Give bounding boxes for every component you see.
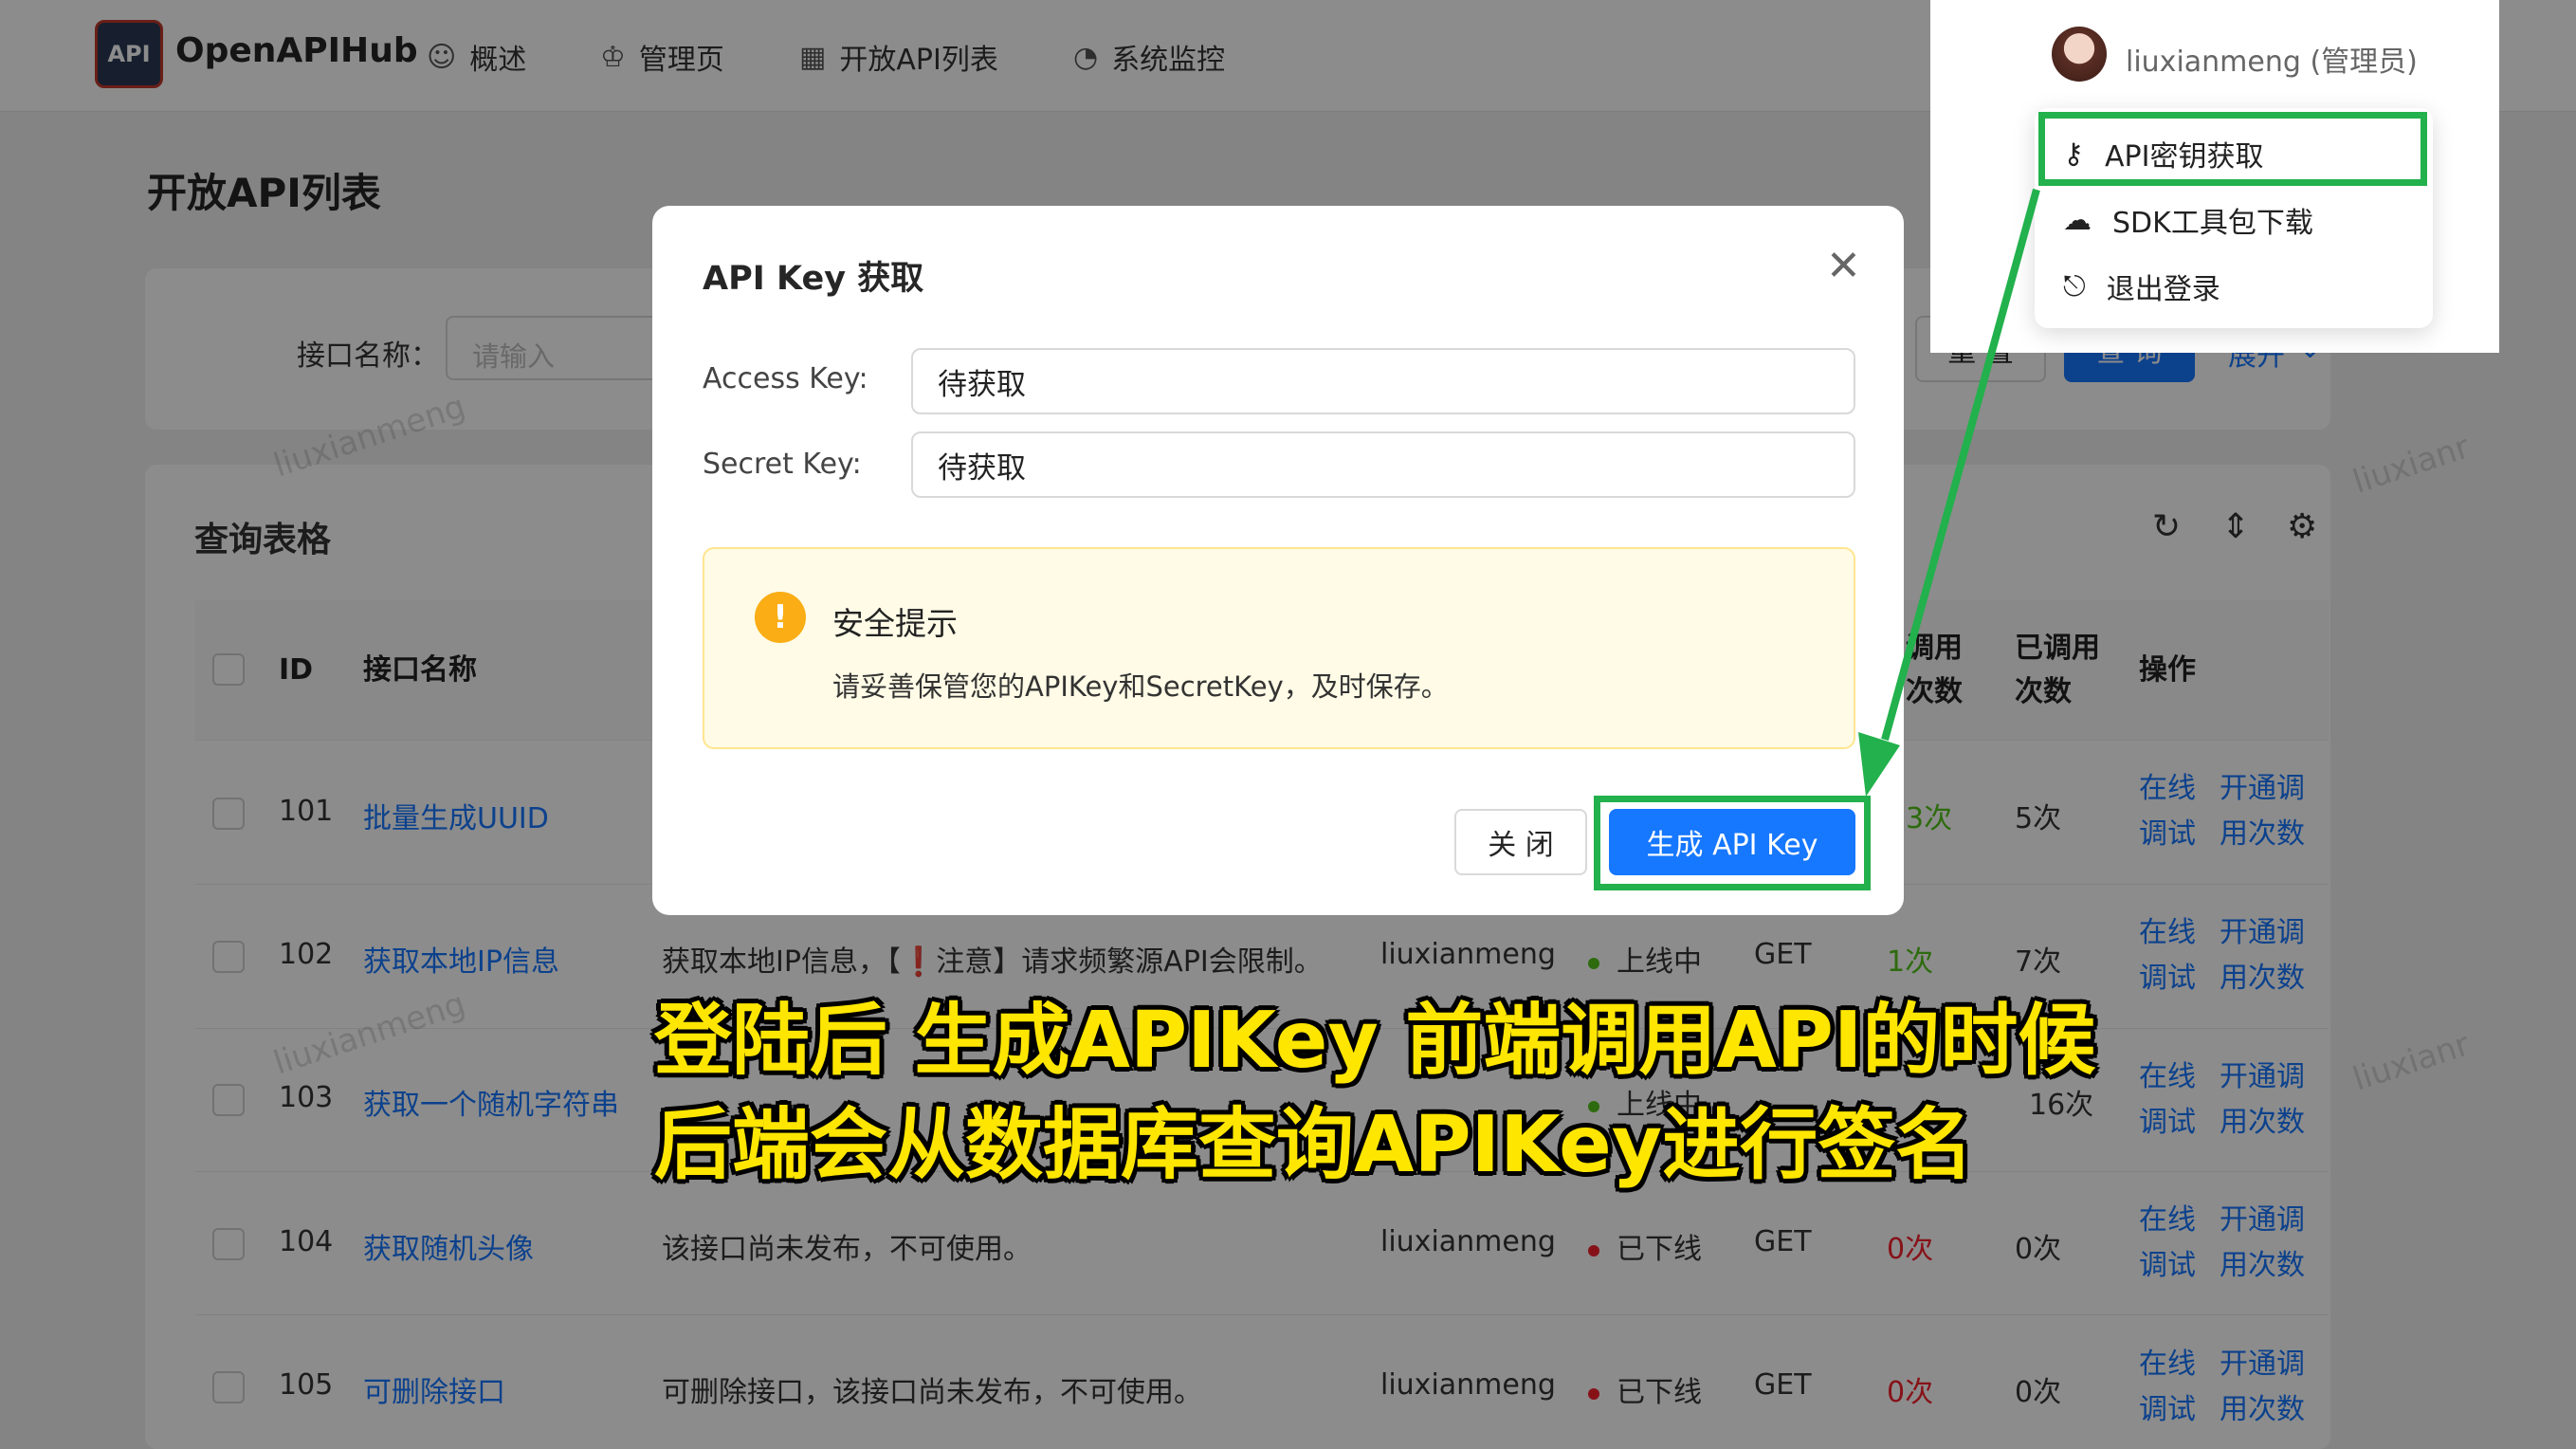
- annotation-arrow: [1858, 188, 2040, 797]
- arrow-line: [1881, 188, 2040, 742]
- arrow-head: [1858, 732, 1900, 797]
- caption-line-2: 后端会从数据库查询APIKey进行签名: [654, 1100, 1974, 1190]
- caption-line-1: 登陆后 生成APIKey 前端调用API的时候: [654, 996, 2096, 1086]
